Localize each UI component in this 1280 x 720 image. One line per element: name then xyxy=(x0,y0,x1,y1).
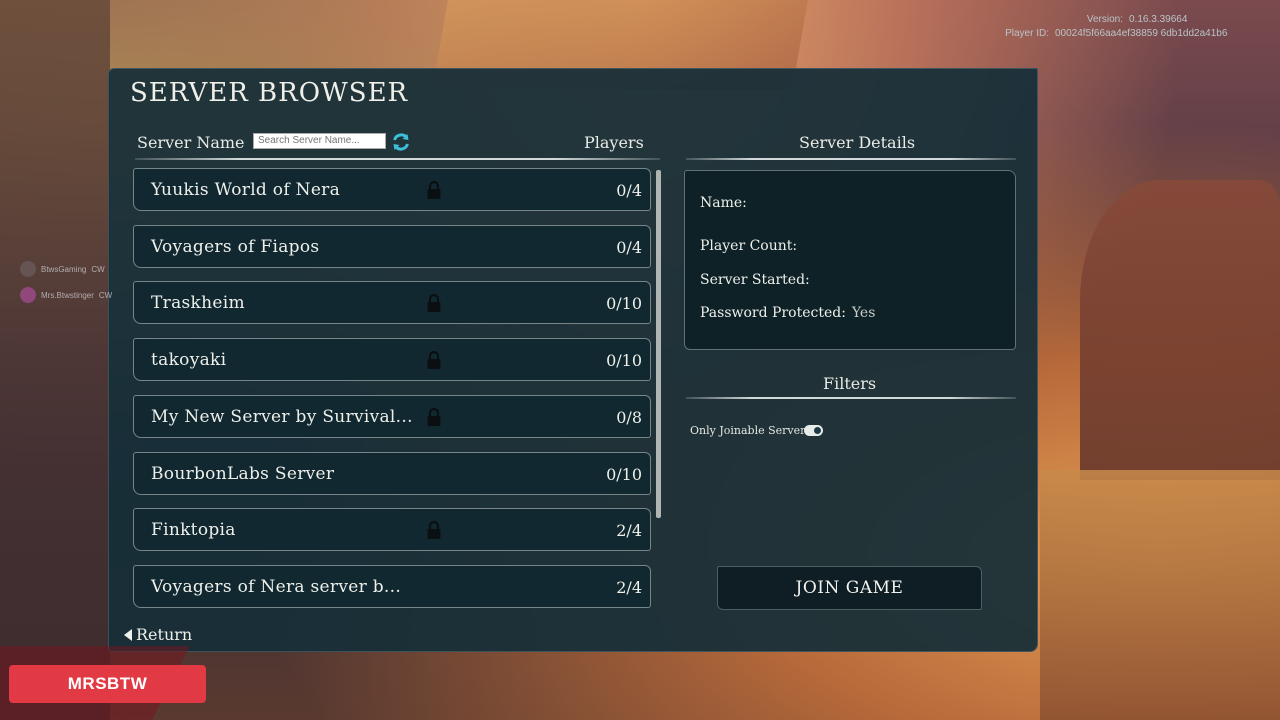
avatar xyxy=(20,287,36,303)
only-joinable-toggle[interactable] xyxy=(804,425,823,436)
overlay-tag-2: CW xyxy=(98,290,113,300)
player-count: 2/4 xyxy=(616,521,642,540)
join-game-button[interactable]: JOIN GAME xyxy=(717,566,982,610)
overlay-tag-1: CW xyxy=(91,264,105,274)
lock-icon xyxy=(427,520,441,539)
server-name: Finktopia xyxy=(151,520,236,540)
version-label: Version: xyxy=(1086,14,1123,25)
server-details-heading: Server Details xyxy=(799,133,916,152)
detail-password-label: Password Protected: xyxy=(700,305,846,321)
filters-divider xyxy=(686,397,1016,399)
server-row[interactable]: My New Server by Survival... 0/8 xyxy=(133,395,651,438)
filters-heading: Filters xyxy=(823,374,877,393)
detail-password-value: Yes xyxy=(851,305,876,321)
stream-overlay-user-2: Mrs.Btwstinger CW xyxy=(20,287,112,303)
version-value: 0.16.3.39664 xyxy=(1129,14,1188,25)
player-count: 0/10 xyxy=(606,351,642,370)
refresh-icon[interactable] xyxy=(391,132,411,152)
server-name: BourbonLabs Server xyxy=(151,464,335,484)
player-count: 0/8 xyxy=(616,408,642,427)
server-list-scrollbar[interactable] xyxy=(656,170,661,518)
lock-icon xyxy=(427,407,441,426)
detail-name: Name: xyxy=(700,195,747,211)
detail-server-started: Server Started: xyxy=(700,272,810,288)
server-row[interactable]: Traskheim 0/10 xyxy=(133,281,651,324)
background-left xyxy=(0,0,110,720)
server-name-header: Server Name xyxy=(137,133,245,152)
details-divider xyxy=(686,158,1016,160)
player-count: 0/10 xyxy=(606,294,642,313)
server-name: Yuukis World of Nera xyxy=(151,180,341,200)
streamer-badge: MRSBTW xyxy=(9,665,206,703)
page-title: SERVER BROWSER xyxy=(130,78,409,108)
server-row[interactable]: Yuukis World of Nera 0/4 xyxy=(133,168,651,211)
version-info: Version: 0.16.3.39664 Player ID: 00024f5f6… xyxy=(1003,13,1239,41)
detail-password: Password Protected: Yes xyxy=(700,305,875,321)
lock-icon xyxy=(427,180,441,199)
server-name: My New Server by Survival... xyxy=(151,407,413,427)
server-row[interactable]: Voyagers of Nera server b... 2/4 xyxy=(133,565,651,608)
player-count: 0/4 xyxy=(616,238,642,257)
stream-overlay-user-1: BtwsGaming CW xyxy=(20,261,105,277)
server-row[interactable]: Voyagers of Fiapos 0/4 xyxy=(133,225,651,268)
player-count: 0/10 xyxy=(606,465,642,484)
server-name: Voyagers of Fiapos xyxy=(151,237,320,257)
server-name: Traskheim xyxy=(151,293,245,313)
detail-player-count: Player Count: xyxy=(700,238,797,254)
avatar xyxy=(20,261,36,277)
server-list: Yuukis World of Nera 0/4 Voyagers of Fia… xyxy=(133,168,653,608)
server-row[interactable]: takoyaki 0/10 xyxy=(133,338,651,381)
list-header-divider xyxy=(135,158,660,160)
detail-name-label: Name: xyxy=(700,195,747,211)
lock-icon xyxy=(427,293,441,312)
server-name: Voyagers of Nera server b... xyxy=(151,577,402,597)
overlay-username-1: BtwsGaming xyxy=(41,264,87,274)
server-name: takoyaki xyxy=(151,350,227,370)
server-row[interactable]: Finktopia 2/4 xyxy=(133,508,651,551)
player-id-value: 00024f5f66aa4ef38859 6db1dd2a41b6 xyxy=(1055,28,1228,39)
background-cliff xyxy=(1080,180,1280,480)
player-count: 2/4 xyxy=(616,578,642,597)
return-label: Return xyxy=(136,625,193,644)
server-row[interactable]: BourbonLabs Server 0/10 xyxy=(133,452,651,495)
back-arrow-icon xyxy=(124,628,132,641)
toggle-knob xyxy=(814,427,821,434)
detail-player-count-label: Player Count: xyxy=(700,238,798,254)
only-joinable-label: Only Joinable Servers xyxy=(690,424,812,437)
background-beach xyxy=(1040,470,1280,720)
player-id-label: Player ID: xyxy=(1005,28,1049,39)
player-count: 0/4 xyxy=(616,181,642,200)
search-input[interactable] xyxy=(258,135,381,146)
overlay-username-2: Mrs.Btwstinger xyxy=(41,290,94,300)
detail-started-label: Server Started: xyxy=(700,272,810,288)
lock-icon xyxy=(427,350,441,369)
search-input-wrapper[interactable] xyxy=(253,133,386,149)
players-header: Players xyxy=(584,133,644,152)
return-button[interactable]: Return xyxy=(124,625,192,644)
